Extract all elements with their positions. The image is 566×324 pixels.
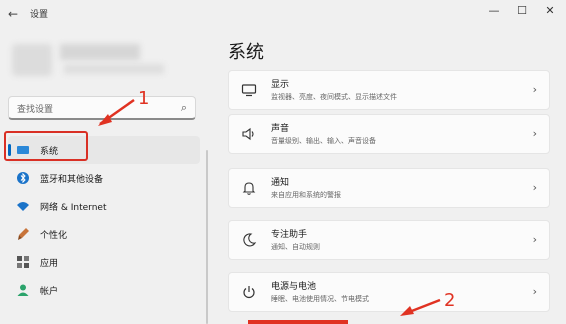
minimize-button[interactable]: — — [484, 2, 504, 20]
chevron-right-icon: › — [532, 127, 537, 140]
page-title: 系统 — [228, 42, 264, 63]
card-subtitle: 监视器、亮度、夜间模式、显示描述文件 — [271, 93, 397, 101]
chevron-right-icon: › — [532, 181, 537, 194]
search-icon: ⌕ — [180, 101, 187, 114]
power-icon — [241, 284, 257, 300]
card-title: 声音 — [271, 124, 290, 134]
sidebar-item-personalization[interactable]: 个性化 — [8, 220, 200, 248]
search-placeholder: 查找设置 — [17, 105, 54, 115]
card-sound[interactable]: 声音 音量级别、输出、输入、声音设备 › — [228, 114, 550, 154]
chevron-right-icon: › — [532, 233, 537, 246]
back-arrow-icon[interactable]: ← — [8, 7, 18, 21]
card-title: 通知 — [271, 178, 290, 188]
sidebar-nav: 系统 蓝牙和其他设备 网络 & Internet 个性化 应用 帐户 — [8, 136, 200, 304]
close-button[interactable]: ✕ — [540, 2, 560, 20]
sidebar-item-label: 个性化 — [40, 231, 68, 241]
card-subtitle: 音量级别、输出、输入、声音设备 — [271, 137, 376, 145]
card-title: 专注助手 — [271, 230, 308, 240]
moon-icon — [241, 232, 257, 248]
wifi-icon — [16, 199, 30, 213]
sidebar-item-bluetooth[interactable]: 蓝牙和其他设备 — [8, 164, 200, 192]
sidebar-item-apps[interactable]: 应用 — [8, 248, 200, 276]
apps-icon — [16, 255, 30, 269]
monitor-icon — [241, 82, 257, 98]
account-name-blurred — [60, 44, 140, 60]
sidebar-item-label: 应用 — [40, 259, 59, 269]
card-subtitle: 睡眠、电池使用情况、节电模式 — [271, 295, 369, 303]
brush-icon — [16, 227, 30, 241]
window-title: 设置 — [30, 10, 49, 20]
bell-icon — [241, 180, 257, 196]
sidebar-item-label: 蓝牙和其他设备 — [40, 175, 104, 185]
card-subtitle: 来自应用和系统的警报 — [271, 191, 341, 199]
sidebar-scrollbar[interactable] — [206, 150, 208, 324]
maximize-button[interactable]: ☐ — [512, 2, 532, 20]
settings-window: ← 设置 — ☐ ✕ 查找设置 ⌕ 系统 蓝牙和其他设备 网络 & Intern… — [0, 0, 566, 324]
sidebar-item-accounts[interactable]: 帐户 — [8, 276, 200, 304]
card-focus-assist[interactable]: 专注助手 通知、自动规则 › — [228, 220, 550, 260]
card-subtitle: 通知、自动规则 — [271, 243, 320, 251]
card-title: 显示 — [271, 80, 290, 90]
avatar[interactable] — [12, 44, 52, 76]
card-power-battery[interactable]: 电源与电池 睡眠、电池使用情况、节电模式 › — [228, 272, 550, 312]
chevron-right-icon: › — [532, 83, 537, 96]
title-bar: ← 设置 — ☐ ✕ — [0, 0, 566, 26]
annotation-label-2: 2 — [444, 290, 456, 311]
sidebar-item-network[interactable]: 网络 & Internet — [8, 192, 200, 220]
card-notifications[interactable]: 通知 来自应用和系统的警报 › — [228, 168, 550, 208]
card-title: 电源与电池 — [271, 282, 317, 292]
bluetooth-icon — [16, 171, 30, 185]
annotation-highlight-box — [4, 131, 88, 161]
person-icon — [16, 283, 30, 297]
search-input[interactable]: 查找设置 ⌕ — [8, 96, 196, 120]
sidebar-item-label: 网络 & Internet — [40, 203, 107, 213]
annotation-underline — [248, 320, 348, 324]
chevron-right-icon: › — [532, 285, 537, 298]
sidebar-item-label: 帐户 — [40, 287, 59, 297]
account-email-blurred — [64, 64, 164, 74]
card-display[interactable]: 显示 监视器、亮度、夜间模式、显示描述文件 › — [228, 70, 550, 110]
annotation-label-1: 1 — [138, 88, 150, 109]
speaker-icon — [241, 126, 257, 142]
